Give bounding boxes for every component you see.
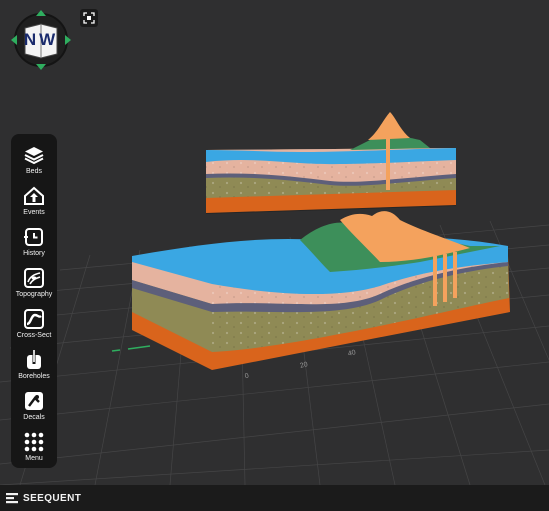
navigation-compass[interactable]: NW — [11, 10, 71, 70]
tool-label: Boreholes — [18, 373, 50, 380]
tool-label: Decals — [23, 414, 45, 421]
cross-section-icon — [24, 309, 44, 329]
axis-marker-icon — [111, 345, 151, 352]
events-icon — [24, 186, 44, 205]
tool-topography[interactable]: Topography — [11, 261, 57, 301]
tool-cross-section[interactable]: Cross-Sect — [11, 302, 57, 342]
footer-bar: SEEQUENT — [0, 485, 549, 511]
geologic-block-model[interactable] — [0, 0, 549, 486]
seequent-logo-icon — [6, 493, 18, 504]
tool-label: History — [23, 250, 45, 257]
tool-label: Cross-Sect — [16, 332, 52, 339]
decals-icon — [25, 392, 43, 410]
cross-section-slab — [206, 112, 456, 214]
lower-block — [132, 211, 510, 370]
grid-menu-icon — [24, 432, 44, 452]
topography-icon — [24, 268, 44, 288]
tool-boreholes[interactable]: Boreholes — [11, 343, 57, 383]
brand-logo[interactable]: SEEQUENT — [6, 492, 81, 504]
tool-history[interactable]: History — [11, 220, 57, 260]
tool-label: Events — [23, 209, 45, 216]
fullscreen-icon — [83, 12, 95, 24]
tool-menu[interactable]: Menu — [11, 425, 57, 465]
layers-icon — [24, 147, 44, 165]
arrow-down-icon — [36, 64, 46, 70]
tool-label: Topography — [15, 291, 53, 298]
tool-beds[interactable]: Beds — [11, 138, 57, 178]
arrow-up-icon — [36, 10, 46, 16]
compass-heading-label: NW — [23, 30, 59, 49]
tool-events[interactable]: Events — [11, 179, 57, 219]
history-icon — [24, 228, 43, 246]
tool-label: Beds — [26, 168, 42, 175]
tool-decals[interactable]: Decals — [11, 384, 57, 424]
brand-name: SEEQUENT — [23, 492, 82, 504]
borehole-icon — [27, 350, 41, 369]
3d-viewport[interactable]: 0 20 40 — [0, 0, 549, 486]
tool-sidebar: Beds Events History Topography Cross-Sec… — [11, 134, 57, 468]
tool-label: Menu — [25, 455, 43, 462]
fullscreen-button[interactable] — [80, 9, 98, 27]
